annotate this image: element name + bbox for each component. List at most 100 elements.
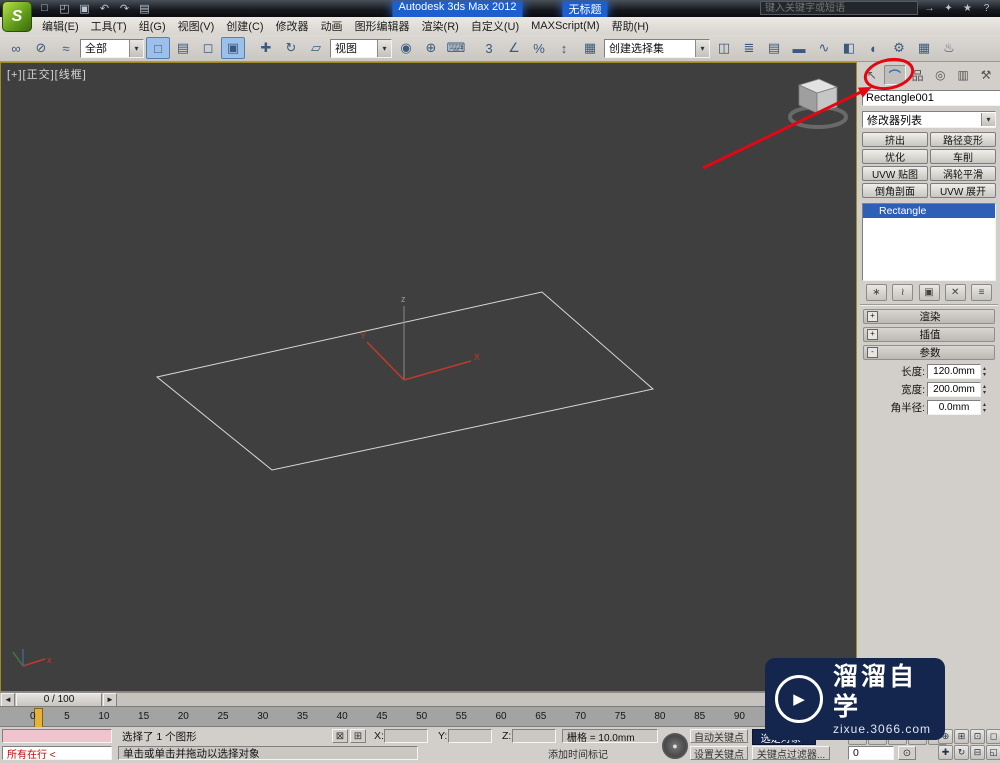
remove-modifier-icon[interactable]: ✕ xyxy=(945,284,966,301)
x-coordinate-field[interactable] xyxy=(384,729,428,743)
menu-item[interactable]: 工具(T) xyxy=(85,18,133,34)
rollout-interpolation[interactable]: + 插值 xyxy=(863,327,995,342)
modifier-button[interactable]: 车削 xyxy=(930,149,996,164)
redo-icon[interactable]: ↷ xyxy=(116,1,133,15)
use-pivot-center-icon[interactable]: ◉ xyxy=(394,37,418,59)
schematic-view-icon[interactable]: ◧ xyxy=(837,37,861,59)
project-folder-icon[interactable]: ▤ xyxy=(136,1,153,15)
material-editor-icon[interactable]: ◐ xyxy=(862,37,886,59)
pin-stack-icon[interactable]: ∗ xyxy=(866,284,887,301)
configure-modifier-sets-icon[interactable]: ≡ xyxy=(971,284,992,301)
mirror-icon[interactable]: ◫ xyxy=(712,37,736,59)
menu-item[interactable]: 动画 xyxy=(315,18,349,34)
open-file-icon[interactable]: ◰ xyxy=(56,1,73,15)
keyboard-override-icon[interactable]: ⌨ xyxy=(444,37,468,59)
menu-item[interactable]: 帮助(H) xyxy=(606,18,655,34)
parameter-input[interactable]: 0.0mm xyxy=(927,400,981,415)
tab-hierarchy[interactable]: 品 xyxy=(907,65,929,85)
new-file-icon[interactable]: □ xyxy=(36,1,53,15)
communication-center-icon[interactable]: ✦ xyxy=(941,2,956,15)
collapse-icon[interactable]: - xyxy=(867,347,878,358)
key-filters-button[interactable]: 关键点过滤器... xyxy=(752,746,830,760)
layer-manager-icon[interactable]: ▤ xyxy=(762,37,786,59)
edit-named-selection-sets-icon[interactable]: ▦ xyxy=(578,37,602,59)
menu-item[interactable]: 视图(V) xyxy=(172,18,221,34)
menu-item[interactable]: 组(G) xyxy=(133,18,172,34)
menu-item[interactable]: 自定义(U) xyxy=(465,18,525,34)
spinner-snap-icon[interactable]: ↕ xyxy=(552,37,576,59)
viewport-orthographic[interactable]: z Y X x [+][正交][线框] xyxy=(0,62,857,692)
select-and-manipulate-icon[interactable]: ⊕ xyxy=(419,37,443,59)
render-setup-icon[interactable]: ⚙ xyxy=(887,37,911,59)
modifier-button[interactable]: 倒角剖面 xyxy=(862,183,928,198)
select-and-link-icon[interactable]: ∞ xyxy=(4,37,28,59)
show-end-result-icon[interactable]: ≀ xyxy=(892,284,913,301)
application-menu-button[interactable]: S xyxy=(2,1,32,32)
lock-selection-toggle[interactable]: ⊠ xyxy=(332,729,348,743)
rollout-rendering[interactable]: + 渲染 xyxy=(863,309,995,324)
save-file-icon[interactable]: ▣ xyxy=(76,1,93,15)
modifier-button[interactable]: 优化 xyxy=(862,149,928,164)
stack-item-rectangle[interactable]: Rectangle xyxy=(863,204,995,218)
snaps-toggle-icon[interactable]: 3 xyxy=(477,37,501,59)
modifier-list-dropdown[interactable]: 修改器列表 ▾ xyxy=(862,111,996,128)
make-unique-icon[interactable]: ▣ xyxy=(919,284,940,301)
y-coordinate-field[interactable] xyxy=(448,729,492,743)
time-configuration-button[interactable]: ⊙ xyxy=(898,746,916,760)
menu-item[interactable]: MAXScript(M) xyxy=(525,20,605,32)
tab-utilities[interactable]: ⚒ xyxy=(975,65,997,85)
help-icon[interactable]: ? xyxy=(979,2,994,15)
zoom-all-icon[interactable]: ⊞ xyxy=(954,729,969,744)
pan-icon[interactable]: ✚ xyxy=(938,745,953,760)
modifier-button[interactable]: 涡轮平滑 xyxy=(930,166,996,181)
spinner-arrows[interactable]: ▴▾ xyxy=(983,402,992,414)
tab-motion[interactable]: ◎ xyxy=(929,65,951,85)
viewcube[interactable] xyxy=(790,79,846,127)
menu-item[interactable]: 编辑(E) xyxy=(36,18,85,34)
add-time-tag[interactable]: 添加时间标记 xyxy=(544,746,638,760)
search-go-icon[interactable]: → xyxy=(922,2,937,15)
undo-icon[interactable]: ↶ xyxy=(96,1,113,15)
auto-key-button[interactable]: 自动关键点 xyxy=(690,729,748,743)
select-by-name-icon[interactable]: ▤ xyxy=(171,37,195,59)
tab-modify[interactable]: ⌒ xyxy=(884,65,906,85)
field-of-view-icon[interactable]: ⊟ xyxy=(970,745,985,760)
spinner-arrows[interactable]: ▴▾ xyxy=(983,366,992,378)
viewport-label[interactable]: [+][正交][线框] xyxy=(7,66,87,82)
maxscript-mini-listener[interactable]: 所有在行 < xyxy=(2,746,112,760)
bind-to-space-warp-icon[interactable]: ≈ xyxy=(54,37,78,59)
select-and-scale-icon[interactable]: ▱ xyxy=(304,37,328,59)
current-frame-field[interactable]: 0 xyxy=(848,746,894,760)
reference-coordinate-dropdown[interactable]: 视图 ▾ xyxy=(330,39,392,58)
select-and-move-icon[interactable]: ✚ xyxy=(254,37,278,59)
modifier-button[interactable]: UVW 展开 xyxy=(930,183,996,198)
curve-editor-icon[interactable]: ∿ xyxy=(812,37,836,59)
window-crossing-icon[interactable]: ▣ xyxy=(221,37,245,59)
maxscript-macro-recorder[interactable] xyxy=(2,729,112,743)
object-name-input[interactable] xyxy=(862,90,1000,106)
tab-create[interactable]: ↖ xyxy=(861,65,883,85)
named-selection-set-dropdown[interactable]: 创建选择集 ▾ xyxy=(604,39,710,58)
rollout-parameters[interactable]: - 参数 xyxy=(863,345,995,360)
parameter-input[interactable]: 120.0mm xyxy=(927,364,981,379)
zoom-extents-icon[interactable]: ⊡ xyxy=(970,729,985,744)
zoom-region-icon[interactable]: ◻ xyxy=(986,729,1000,744)
expand-icon[interactable]: + xyxy=(867,311,878,322)
set-key-toggle-button[interactable]: ● xyxy=(662,733,688,759)
menu-item[interactable]: 图形编辑器 xyxy=(349,18,416,34)
angle-snap-icon[interactable]: ∠ xyxy=(502,37,526,59)
unlink-selection-icon[interactable]: ⊘ xyxy=(29,37,53,59)
tab-display[interactable]: ▥ xyxy=(952,65,974,85)
ribbon-toggle-icon[interactable]: ▬ xyxy=(787,37,811,59)
percent-snap-icon[interactable]: % xyxy=(527,37,551,59)
rendered-frame-icon[interactable]: ▦ xyxy=(912,37,936,59)
modifier-button[interactable]: 路径变形 xyxy=(930,132,996,147)
slider-right-arrow[interactable]: ► xyxy=(103,693,117,707)
spinner-arrows[interactable]: ▴▾ xyxy=(983,384,992,396)
absolute-mode-toggle[interactable]: ⊞ xyxy=(350,729,366,743)
parameter-input[interactable]: 200.0mm xyxy=(927,382,981,397)
menu-item[interactable]: 修改器 xyxy=(270,18,315,34)
timeline-ruler[interactable]: 0510152025303540455055606570758085909510… xyxy=(0,706,858,727)
selection-filter-dropdown[interactable]: 全部 ▾ xyxy=(80,39,144,58)
rectangle-wireframe[interactable] xyxy=(157,292,653,470)
